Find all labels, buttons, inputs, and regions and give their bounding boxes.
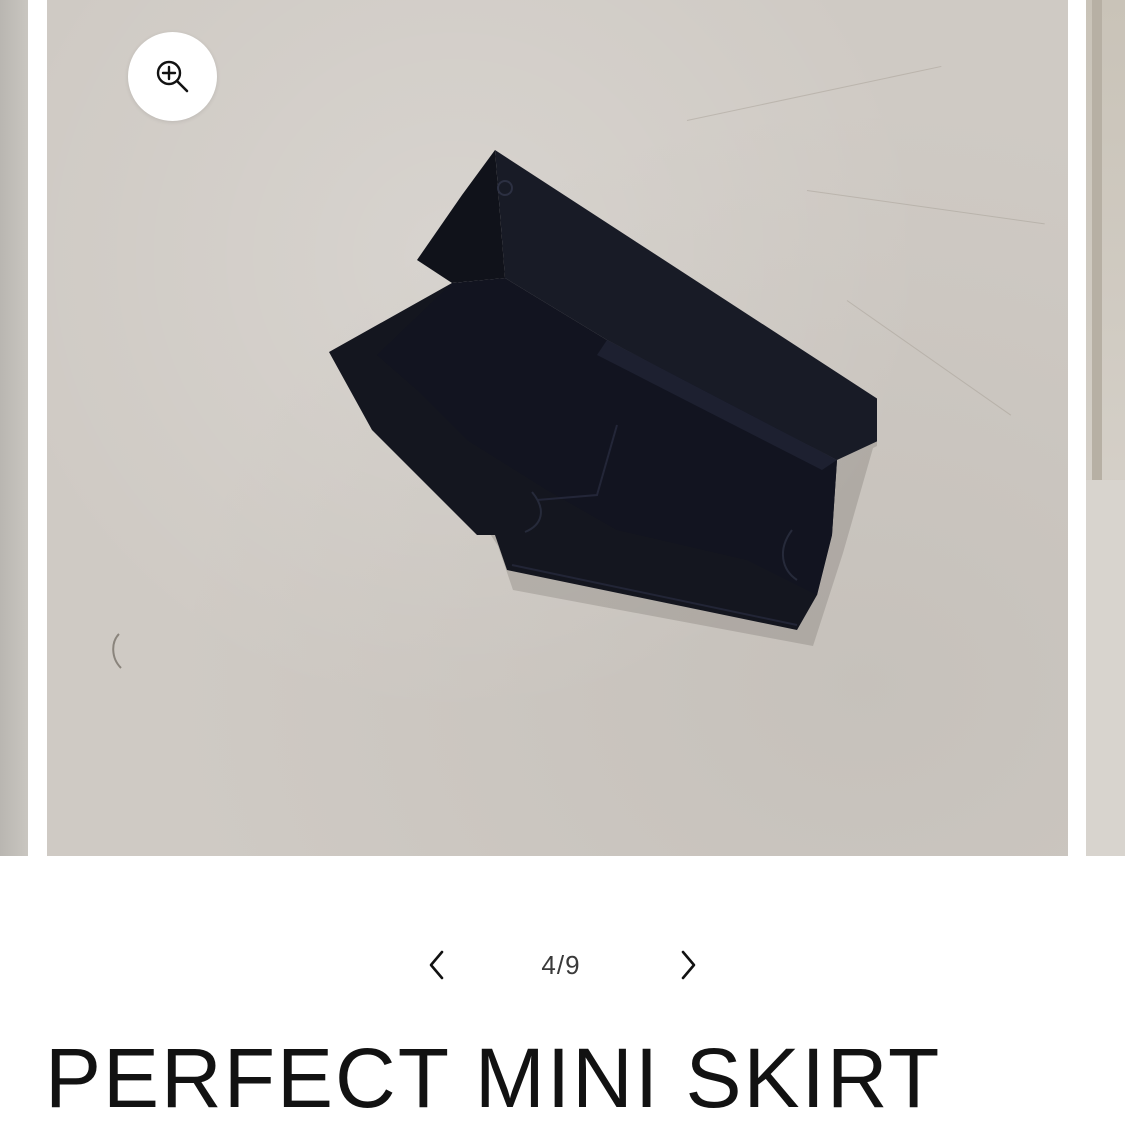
next-slide-button[interactable]: [666, 943, 710, 987]
zoom-in-icon: [156, 60, 188, 92]
previous-slide-peek[interactable]: [0, 0, 28, 856]
next-slide-peek[interactable]: [1086, 0, 1125, 856]
previous-slide-button[interactable]: [415, 943, 459, 987]
zoom-button[interactable]: [128, 32, 217, 121]
floor-mark: [112, 633, 122, 669]
product-photo-skort: [329, 150, 877, 646]
chevron-left-icon: [429, 950, 444, 980]
next-slide-floor: [1086, 480, 1125, 856]
product-image-current[interactable]: [47, 0, 1068, 856]
floor-crack: [686, 65, 942, 121]
chevron-right-icon: [681, 950, 696, 980]
slide-counter: 4/9: [541, 950, 581, 980]
product-title: PERFECT MINI SKIRT: [45, 1031, 942, 1125]
gallery-pagination: 4/9: [0, 930, 1125, 1000]
product-media-gallery: [0, 0, 1125, 856]
next-slide-frame: [1092, 0, 1102, 480]
